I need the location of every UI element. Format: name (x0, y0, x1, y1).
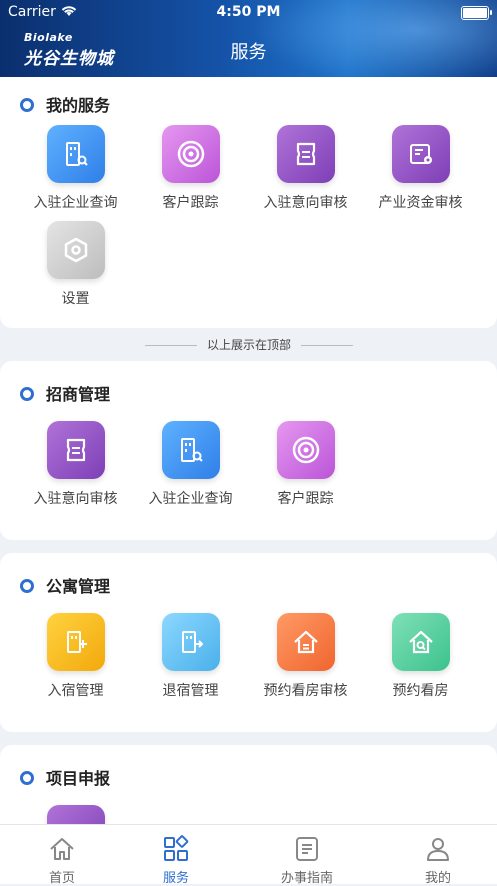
building-search-icon (161, 421, 220, 479)
tab-bar: 首页 服务 办事指南 我的 (0, 824, 497, 886)
investment-title: 招商管理 (46, 385, 111, 404)
tile-settle-intent-review[interactable]: 入驻意向审核 (248, 125, 363, 212)
page-title: 服务 (230, 42, 267, 63)
tile-label: 入驻意向审核 (33, 491, 118, 507)
tab-services[interactable]: 服务 (114, 825, 238, 886)
tile-label: 入宿管理 (47, 683, 104, 699)
tile-viewing-appointment[interactable]: 预约看房 (363, 613, 478, 700)
tile-label: 客户跟踪 (277, 491, 334, 507)
my-services-heading: 我的服务 (20, 92, 110, 116)
project-heading: 项目申报 (20, 765, 110, 789)
check-in-icon (46, 613, 105, 671)
tile-check-in-management[interactable]: 入宿管理 (18, 613, 133, 700)
status-bar: Carrier 4:50 PM (0, 0, 497, 24)
section-dot-icon (20, 578, 34, 593)
check-out-icon (161, 613, 220, 671)
tile-label: 入驻企业查询 (148, 491, 233, 507)
tab-label: 服务 (162, 871, 189, 886)
tile-settings[interactable]: 设置 (18, 221, 133, 308)
tile-enterprise-query[interactable]: 入驻企业查询 (18, 125, 133, 212)
divider-text: 以上展示在顶部 (206, 338, 291, 352)
my-services-title: 我的服务 (46, 96, 111, 115)
apartment-management-card: 公寓管理 入宿管理 退宿管理 预约看房审核 预约看房 (0, 553, 497, 732)
battery-icon (461, 6, 492, 20)
tab-label: 我的 (424, 871, 451, 886)
tile-check-out-management[interactable]: 退宿管理 (133, 613, 248, 700)
tile-label: 入驻企业查询 (33, 195, 118, 211)
tab-mine[interactable]: 我的 (376, 825, 497, 886)
section-dot-icon (20, 386, 34, 401)
target-icon (276, 421, 335, 479)
investment-heading: 招商管理 (20, 381, 110, 405)
header-bar: Carrier 4:50 PM Biolake 光谷生物城 服务 (0, 0, 497, 77)
my-services-card: 我的服务 入驻企业查询 客户跟踪 入驻意向审核 产业资金审核 设置 (0, 77, 497, 328)
guide-icon (245, 833, 369, 865)
hexagon-settings-icon (46, 221, 105, 279)
tab-guide[interactable]: 办事指南 (245, 825, 369, 886)
tile-customer-tracking[interactable]: 客户跟踪 (248, 421, 363, 508)
top-display-divider: 以上展示在顶部 (135, 334, 363, 356)
services-grid-icon (114, 833, 238, 865)
tile-label: 入驻意向审核 (263, 195, 348, 211)
tile-viewing-appointment-review[interactable]: 预约看房审核 (248, 613, 363, 700)
tile-label: 设置 (61, 291, 90, 307)
apartment-heading: 公寓管理 (20, 573, 110, 597)
section-dot-icon (20, 770, 34, 785)
tile-label: 预约看房 (392, 683, 449, 699)
tile-enterprise-query[interactable]: 入驻企业查询 (133, 421, 248, 508)
apartment-title: 公寓管理 (46, 577, 111, 596)
divider-line (301, 345, 353, 346)
tab-label: 首页 (48, 871, 75, 886)
investment-management-card: 招商管理 入驻意向审核 入驻企业查询 客户跟踪 (0, 361, 497, 540)
tile-label: 退宿管理 (162, 683, 219, 699)
tab-label: 办事指南 (280, 871, 333, 886)
house-review-icon (276, 613, 335, 671)
document-review-icon (276, 125, 335, 183)
tab-home[interactable]: 首页 (0, 825, 124, 886)
document-review-icon (46, 421, 105, 479)
fund-settings-icon (391, 125, 450, 183)
section-dot-icon (20, 97, 34, 112)
project-title: 项目申报 (46, 769, 111, 788)
clock: 4:50 PM (216, 4, 281, 20)
target-icon (161, 125, 220, 183)
building-search-icon (46, 125, 105, 183)
home-icon (0, 833, 124, 865)
house-search-icon (391, 613, 450, 671)
tile-customer-tracking[interactable]: 客户跟踪 (133, 125, 248, 212)
tile-label: 产业资金审核 (378, 195, 463, 211)
tile-industry-fund-review[interactable]: 产业资金审核 (363, 125, 478, 212)
tile-settle-intent-review[interactable]: 入驻意向审核 (18, 421, 133, 508)
tile-label: 客户跟踪 (162, 195, 219, 211)
divider-line (145, 345, 197, 346)
tile-label: 预约看房审核 (263, 683, 348, 699)
user-icon (376, 833, 497, 865)
